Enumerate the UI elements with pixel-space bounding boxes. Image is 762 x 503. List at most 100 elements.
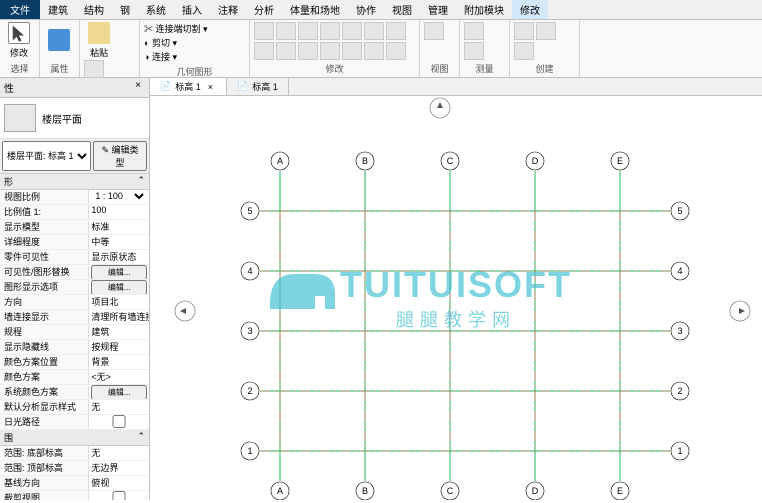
vg-override-button[interactable]: 编辑...	[91, 265, 147, 279]
align-button[interactable]	[254, 22, 274, 40]
svg-text:C: C	[447, 156, 454, 166]
measure-tool[interactable]	[464, 22, 484, 40]
cat-extents: 围	[4, 431, 13, 444]
sun-path-checkbox[interactable]	[91, 415, 147, 428]
nav-pad-left[interactable]	[175, 301, 195, 321]
crop-view-checkbox[interactable]	[91, 491, 147, 500]
rotate-button[interactable]	[342, 22, 362, 40]
canvas-area: 📄 标高 1× 📄 标高 1 AABBCCDDEE5544332211 TUIT…	[150, 78, 762, 500]
drawing-canvas[interactable]: AABBCCDDEE5544332211 TUITUISOFT 腿腿教学网	[150, 96, 762, 500]
menu-annotate[interactable]: 注释	[210, 0, 246, 19]
svg-text:3: 3	[677, 326, 682, 336]
ribbon-measure-label: 测量	[464, 60, 505, 75]
properties-tool[interactable]	[44, 22, 74, 58]
svg-text:4: 4	[247, 266, 252, 276]
file-tab[interactable]: 文件	[0, 0, 40, 19]
default-disp-field[interactable]: 无	[89, 400, 149, 414]
close-properties-button[interactable]: ×	[131, 80, 145, 95]
properties-grid: 形⌃ 视图比例1 : 100 比例值 1:100 显示模型标准 详细程度中等 零…	[0, 174, 149, 500]
svg-text:2: 2	[247, 386, 252, 396]
menu-system[interactable]: 系统	[138, 0, 174, 19]
nav-pad-top[interactable]	[430, 98, 450, 118]
group-button[interactable]	[364, 42, 384, 60]
dimension-tool[interactable]	[464, 42, 484, 60]
underlay-top-field[interactable]: 无边界	[89, 461, 149, 475]
arrow-icon	[9, 23, 29, 43]
svg-text:A: A	[277, 486, 283, 496]
menu-massing[interactable]: 体量和场地	[282, 0, 348, 19]
mirror-button[interactable]	[298, 22, 318, 40]
graphic-opts-button[interactable]: 编辑...	[91, 280, 147, 294]
scale-button[interactable]	[276, 42, 296, 60]
cut-geom-button[interactable]: ◐ 剪切 ▾	[144, 36, 177, 49]
type-name: 楼层平面	[42, 111, 82, 126]
menu-insert[interactable]: 插入	[174, 0, 210, 19]
ribbon-modify-label: 修改	[254, 60, 415, 75]
svg-text:D: D	[532, 486, 539, 496]
cat-graphics: 形	[4, 175, 13, 188]
ribbon: 修改 选择 属性 粘贴 剪贴板 ✂ 连接端切割 ▾ ◐ 剪切 ▾ ◑ 连接 ▾	[0, 20, 762, 78]
grid-drawing: AABBCCDDEE5544332211	[241, 152, 689, 500]
under-orient-field[interactable]: 俯视	[89, 476, 149, 490]
edit-type-button[interactable]: ✎ 编辑类型	[93, 141, 147, 171]
menu-addins[interactable]: 附加模块	[456, 0, 512, 19]
cut-button[interactable]	[84, 60, 104, 78]
svg-text:B: B	[362, 486, 368, 496]
discipline-field[interactable]: 建筑	[89, 325, 149, 339]
menu-modify[interactable]: 修改	[512, 0, 548, 19]
create-similar-button[interactable]	[514, 22, 534, 40]
parts-vis-field[interactable]: 显示原状态	[89, 250, 149, 264]
orientation-field[interactable]: 项目北	[89, 295, 149, 309]
svg-text:5: 5	[247, 206, 252, 216]
svg-text:D: D	[532, 156, 539, 166]
svg-text:E: E	[617, 156, 623, 166]
cut-icon	[88, 63, 100, 75]
delete-button[interactable]	[342, 42, 362, 60]
create-group-button[interactable]	[536, 22, 556, 40]
unpin-button[interactable]	[320, 42, 340, 60]
color-scheme-field[interactable]: <无>	[89, 370, 149, 384]
array-button[interactable]	[254, 42, 274, 60]
cat-extents-collapse[interactable]: ⌃	[137, 431, 145, 444]
create-assembly-button[interactable]	[514, 42, 534, 60]
join-geom-button[interactable]: ◑ 连接 ▾	[144, 50, 177, 63]
view-tool[interactable]	[424, 22, 444, 40]
ribbon-select-label: 选择	[4, 60, 35, 75]
modify-tool[interactable]: 修改	[4, 22, 34, 58]
pin-button[interactable]	[298, 42, 318, 60]
tab-level1-b[interactable]: 📄 标高 1	[227, 78, 289, 95]
tab-level1-a[interactable]: 📄 标高 1×	[150, 78, 227, 95]
color-loc-field[interactable]: 背景	[89, 355, 149, 369]
underlay-bot-field[interactable]: 无	[89, 446, 149, 460]
svg-text:1: 1	[677, 446, 682, 456]
split-button[interactable]	[386, 22, 406, 40]
element-type-selector[interactable]: 楼层平面: 标高 1	[2, 141, 91, 171]
paste-button[interactable]: 粘贴	[84, 22, 114, 58]
menu-view[interactable]: 视图	[384, 0, 420, 19]
detail-level-field[interactable]: 中等	[89, 235, 149, 249]
demolish-button[interactable]	[386, 42, 406, 60]
show-hidden-field[interactable]: 按规程	[89, 340, 149, 354]
menu-collab[interactable]: 协作	[348, 0, 384, 19]
type-thumbnail[interactable]	[4, 104, 36, 132]
sys-color-button[interactable]: 编辑...	[91, 385, 147, 399]
svg-text:1: 1	[247, 446, 252, 456]
display-model-field[interactable]: 标准	[89, 220, 149, 234]
menu-bar: 文件 建筑 结构 钢 系统 插入 注释 分析 体量和场地 协作 视图 管理 附加…	[0, 0, 762, 20]
offset-button[interactable]	[276, 22, 296, 40]
properties-title: 性	[4, 80, 14, 95]
menu-analyze[interactable]: 分析	[246, 0, 282, 19]
nav-pad-right[interactable]	[730, 301, 750, 321]
trim-button[interactable]	[364, 22, 384, 40]
menu-steel[interactable]: 钢	[112, 0, 138, 19]
move-button[interactable]	[320, 22, 340, 40]
ribbon-geom-label: 几何图形	[144, 63, 245, 78]
wall-join-field[interactable]: 清理所有墙连接	[89, 310, 149, 324]
menu-manage[interactable]: 管理	[420, 0, 456, 19]
view-scale-field[interactable]: 1 : 100	[91, 190, 147, 202]
cat-graphics-collapse[interactable]: ⌃	[137, 175, 145, 188]
join-cut-button[interactable]: ✂ 连接端切割 ▾	[144, 22, 208, 35]
svg-text:B: B	[362, 156, 368, 166]
svg-text:E: E	[617, 486, 623, 496]
close-tab-a-button[interactable]: ×	[205, 82, 216, 92]
